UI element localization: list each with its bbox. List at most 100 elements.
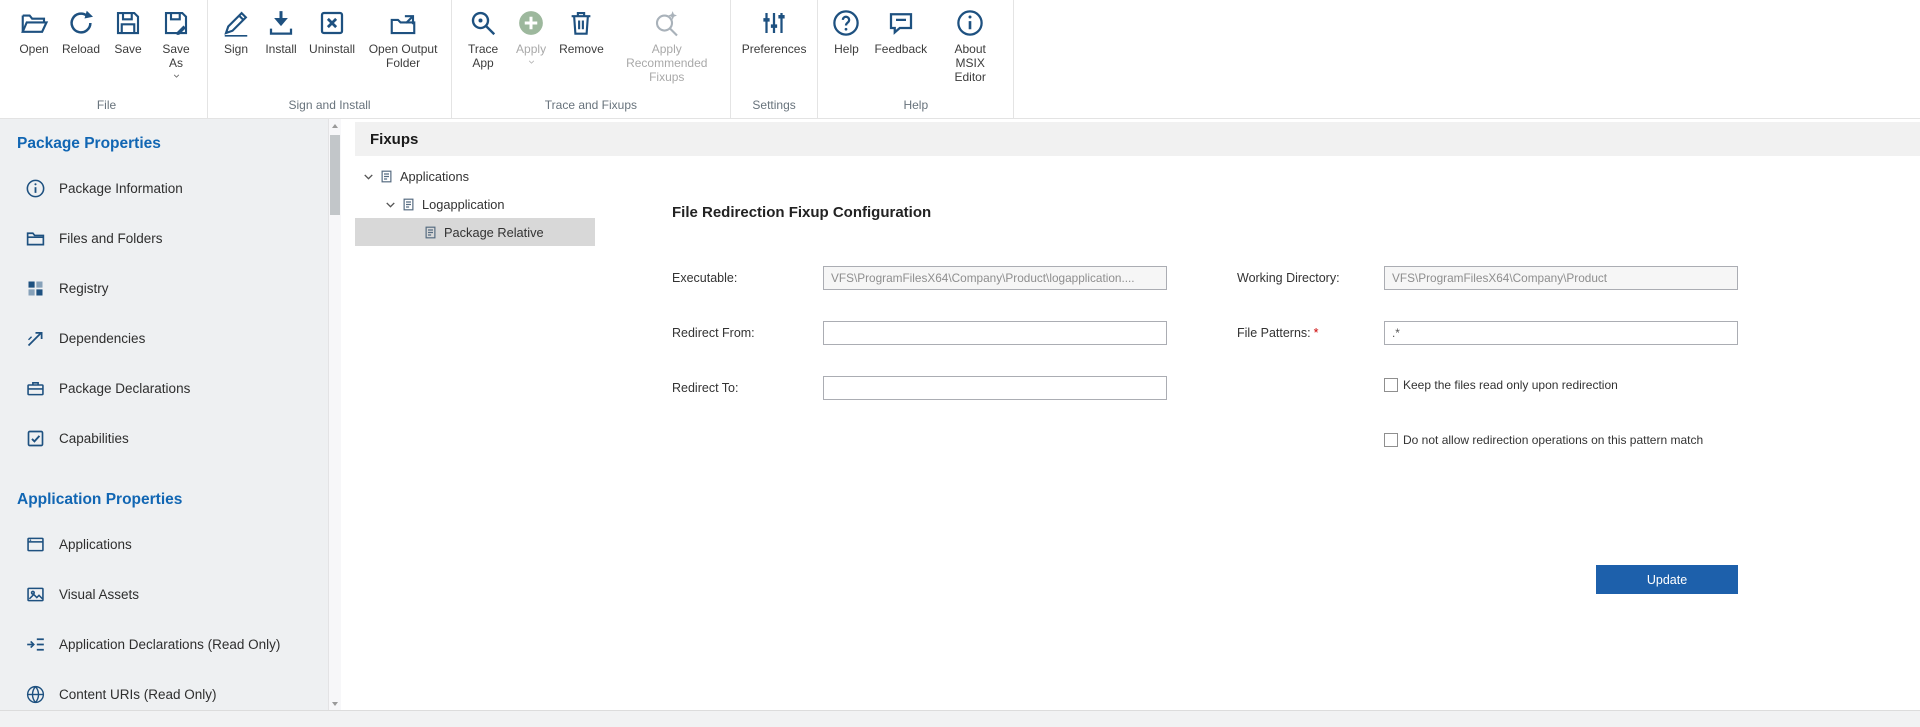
sidebar-item-content-uris[interactable]: Content URIs (Read Only): [0, 669, 328, 710]
file-patterns-label: File Patterns:*: [1237, 326, 1319, 340]
button-label: Trace App: [463, 42, 503, 70]
sidebar-item-registry[interactable]: Registry: [0, 263, 328, 313]
preferences-button[interactable]: Preferences: [738, 4, 811, 58]
redirect-from-label: Redirect From:: [672, 326, 755, 340]
executable-label: Executable:: [672, 271, 737, 285]
save-as-icon: [161, 8, 191, 38]
applications-icon: [25, 534, 46, 555]
dependencies-icon: [25, 328, 46, 349]
sidebar-item-label: Application Declarations (Read Only): [59, 637, 280, 652]
uninstall-button[interactable]: Uninstall: [305, 4, 359, 58]
button-label: Reload: [62, 42, 100, 56]
install-button[interactable]: Install: [260, 4, 302, 58]
ribbon-group-label: Help: [825, 94, 1006, 118]
sidebar-item-label: Package Information: [59, 181, 183, 196]
fixup-configuration-panel: File Redirection Fixup Configuration Exe…: [594, 156, 1920, 710]
chevron-down-icon: [172, 72, 181, 80]
trace-app-button[interactable]: Trace App: [459, 4, 507, 72]
sidebar-scrollbar[interactable]: [328, 119, 341, 710]
scroll-up-arrow[interactable]: [329, 119, 341, 132]
sidebar-item-dependencies[interactable]: Dependencies: [0, 313, 328, 363]
button-label: Open Output Folder: [366, 42, 440, 70]
app-declarations-icon: [25, 634, 46, 655]
chevron-down-icon: [527, 58, 536, 66]
folder-icon: [25, 228, 46, 249]
sidebar-item-package-information[interactable]: Package Information: [0, 163, 328, 213]
reload-button[interactable]: Reload: [58, 4, 104, 58]
apply-recommended-fixups-button: Apply Recommended Fixups: [611, 4, 723, 86]
globe-icon: [25, 684, 46, 705]
redirect-to-field[interactable]: [823, 376, 1167, 400]
sidebar-item-files-and-folders[interactable]: Files and Folders: [0, 213, 328, 263]
sidebar-heading-package-properties: Package Properties: [0, 119, 328, 163]
reload-icon: [66, 8, 96, 38]
save-as-button[interactable]: Save As: [152, 4, 200, 82]
sidebar-item-capabilities[interactable]: Capabilities: [0, 413, 328, 463]
checkbox-label: Keep the files read only upon redirectio…: [1403, 378, 1618, 392]
button-label: Save As: [156, 42, 196, 70]
page-title: Fixups: [355, 122, 1920, 156]
button-label: Remove: [559, 42, 604, 56]
remove-trash-icon: [566, 8, 596, 38]
ribbon-group-label: Sign and Install: [215, 94, 444, 118]
image-icon: [25, 584, 46, 605]
button-label: Help: [834, 42, 859, 56]
no-redirection-on-match-checkbox[interactable]: [1384, 433, 1398, 447]
horizontal-scrollbar[interactable]: [0, 710, 1920, 727]
sidebar-item-visual-assets[interactable]: Visual Assets: [0, 569, 328, 619]
sidebar-item-application-declarations[interactable]: Application Declarations (Read Only): [0, 619, 328, 669]
button-label: Sign: [224, 42, 248, 56]
executable-field: [823, 266, 1167, 290]
ribbon-group-label: File: [13, 94, 200, 118]
redirect-from-field[interactable]: [823, 321, 1167, 345]
recommended-fixups-icon: [652, 8, 682, 38]
file-patterns-field[interactable]: [1384, 321, 1738, 345]
keep-read-only-checkbox[interactable]: [1384, 378, 1398, 392]
button-label: Feedback: [874, 42, 927, 56]
remove-button[interactable]: Remove: [555, 4, 608, 58]
tree-node-package-relative[interactable]: Package Relative: [355, 218, 595, 246]
button-label: Apply Recommended Fixups: [615, 42, 719, 84]
sidebar-item-label: Applications: [59, 537, 132, 552]
button-label: Apply: [516, 42, 546, 56]
sidebar-item-package-declarations[interactable]: Package Declarations: [0, 363, 328, 413]
tree-node-icon: [423, 225, 438, 240]
working-directory-label: Working Directory:: [1237, 271, 1340, 285]
ribbon-group-trace-fixups: Trace App Apply Remove Apply Recommended…: [452, 0, 731, 118]
form-title: File Redirection Fixup Configuration: [672, 204, 931, 221]
scroll-down-arrow[interactable]: [329, 697, 341, 710]
sidebar-item-applications[interactable]: Applications: [0, 519, 328, 569]
ribbon-group-sign-install: Sign Install Uninstall Open Output Folde…: [208, 0, 452, 118]
feedback-bubble-icon: [886, 8, 916, 38]
capabilities-icon: [25, 428, 46, 449]
help-button[interactable]: Help: [825, 4, 867, 58]
tree-node-applications[interactable]: Applications: [355, 162, 595, 190]
feedback-button[interactable]: Feedback: [870, 4, 931, 58]
sign-button[interactable]: Sign: [215, 4, 257, 58]
checkbox-label: Do not allow redirection operations on t…: [1403, 433, 1703, 447]
tree-node-icon: [401, 197, 416, 212]
chevron-down-icon[interactable]: [361, 169, 376, 184]
sidebar-heading-application-properties: Application Properties: [0, 475, 328, 519]
chevron-down-icon[interactable]: [383, 197, 398, 212]
save-icon: [113, 8, 143, 38]
briefcase-icon: [25, 378, 46, 399]
tree-node-icon: [379, 169, 394, 184]
navigation-sidebar: Package Properties Package Information F…: [0, 119, 328, 710]
open-output-folder-icon: [388, 8, 418, 38]
button-label: Save: [114, 42, 141, 56]
ribbon-group-label: Settings: [738, 94, 811, 118]
open-output-folder-button[interactable]: Open Output Folder: [362, 4, 444, 72]
install-arrow-icon: [266, 8, 296, 38]
main-content: Fixups Applications Logapplication Packa…: [341, 119, 1920, 710]
update-button[interactable]: Update: [1596, 565, 1738, 594]
trace-magnifier-icon: [468, 8, 498, 38]
working-directory-field: [1384, 266, 1738, 290]
open-button[interactable]: Open: [13, 4, 55, 58]
save-button[interactable]: Save: [107, 4, 149, 58]
tree-node-logapplication[interactable]: Logapplication: [355, 190, 595, 218]
about-msix-editor-button[interactable]: About MSIX Editor: [934, 4, 1006, 86]
sidebar-item-label: Registry: [59, 281, 109, 296]
redirect-to-label: Redirect To:: [672, 381, 738, 395]
scrollbar-thumb[interactable]: [330, 135, 340, 215]
